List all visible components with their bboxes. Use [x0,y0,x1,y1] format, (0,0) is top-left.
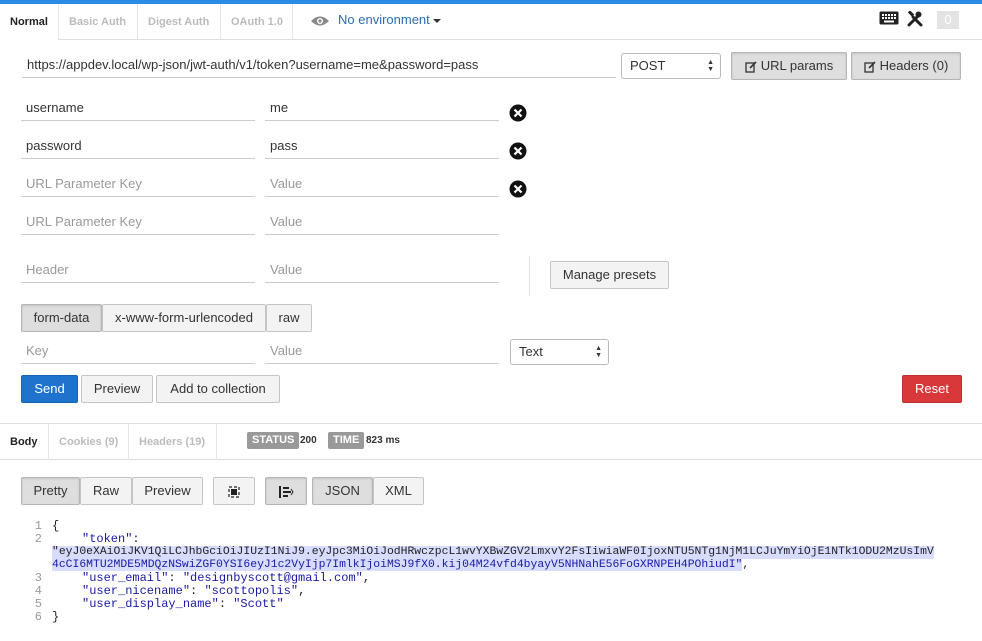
tab-normal[interactable]: Normal [0,4,59,41]
add-to-collection-button[interactable]: Add to collection [156,375,280,403]
header-key-input[interactable] [21,257,255,283]
param-value-input[interactable] [265,133,499,159]
send-button[interactable]: Send [21,375,78,403]
method-select[interactable]: POST ▲ ▼ [621,53,721,79]
body-type-urlencoded[interactable]: x-www-form-urlencoded [102,304,266,332]
format-xml[interactable]: XML [373,477,424,505]
json-line: } [52,610,60,624]
body-value-input[interactable] [265,338,499,364]
time-value: 823 ms [366,435,400,446]
keyboard-icon[interactable] [879,11,899,25]
tools-icon[interactable] [907,11,923,27]
remove-row-icon[interactable] [509,142,527,160]
param-key-input[interactable] [21,171,255,197]
time-badge: TIME [328,432,365,449]
json-line: { [52,519,60,533]
body-value-type: Text [519,344,543,359]
manage-presets-button[interactable]: Manage presets [550,261,669,289]
body-type-form-data[interactable]: form-data [21,304,102,332]
body-value-type-select[interactable]: Text ▲ ▼ [510,339,609,365]
view-raw[interactable]: Raw [80,477,132,505]
param-value-input[interactable] [265,95,499,121]
json-value-token: "eyJ0eXAiOiJKV1QiLCJhbGciOiJIUzI1NiJ9.ey… [52,546,934,559]
headers-label: Headers (0) [879,58,949,73]
url-input[interactable] [22,52,616,78]
chevron-down-icon [432,18,441,23]
remove-row-icon[interactable] [509,104,527,122]
tab-response-headers[interactable]: Headers (19) [129,424,217,460]
param-key-input[interactable] [21,133,255,159]
format-json[interactable]: JSON [312,477,373,505]
wrap-lines-button[interactable] [265,477,307,505]
status-badge: STATUS [247,432,300,449]
json-key-token: "token": [82,532,140,546]
json-line-display-name: "user_display_name": "Scott" [82,597,284,611]
history-count-badge: 0 [937,11,959,29]
select-arrows-icon: ▲ ▼ [707,59,714,73]
tab-cookies[interactable]: Cookies (9) [49,424,129,460]
header-value-input[interactable] [265,257,499,283]
eye-icon [311,16,329,26]
tab-basic-auth[interactable]: Basic Auth [59,4,138,40]
select-arrows-icon: ▲ ▼ [595,345,602,359]
tab-body[interactable]: Body [0,424,49,460]
view-preview[interactable]: Preview [132,477,203,505]
body-type-raw[interactable]: raw [266,304,312,332]
auth-tabs: Normal Basic Auth Digest Auth OAuth 1.0 [0,4,982,41]
environment-label: No environment [338,12,430,27]
edit-icon [745,60,757,73]
line-number: 6 [34,610,42,624]
url-params-button[interactable]: URL params [731,52,847,80]
divider [529,256,530,296]
tab-digest-auth[interactable]: Digest Auth [138,4,221,40]
headers-button[interactable]: Headers (0) [851,52,961,80]
edit-icon [864,60,876,73]
fullscreen-button[interactable] [213,477,255,505]
param-key-input[interactable] [21,209,255,235]
body-key-input[interactable] [21,338,255,364]
status-value: 200 [300,435,317,446]
preview-button[interactable]: Preview [81,375,153,403]
tab-oauth[interactable]: OAuth 1.0 [221,4,293,40]
url-params-label: URL params [760,58,834,73]
param-key-input[interactable] [21,95,255,121]
wrap-icon [279,485,294,498]
param-value-input[interactable] [265,209,499,235]
environment-selector[interactable]: No environment [310,12,441,30]
reset-button[interactable]: Reset [902,375,962,403]
view-pretty[interactable]: Pretty [21,477,80,505]
method-value: POST [630,58,666,73]
line-number: 2 [34,532,42,546]
response-tabs: Body Cookies (9) Headers (19) [0,423,982,460]
expand-icon [228,485,240,498]
remove-row-icon[interactable] [509,180,527,198]
param-value-input[interactable] [265,171,499,197]
